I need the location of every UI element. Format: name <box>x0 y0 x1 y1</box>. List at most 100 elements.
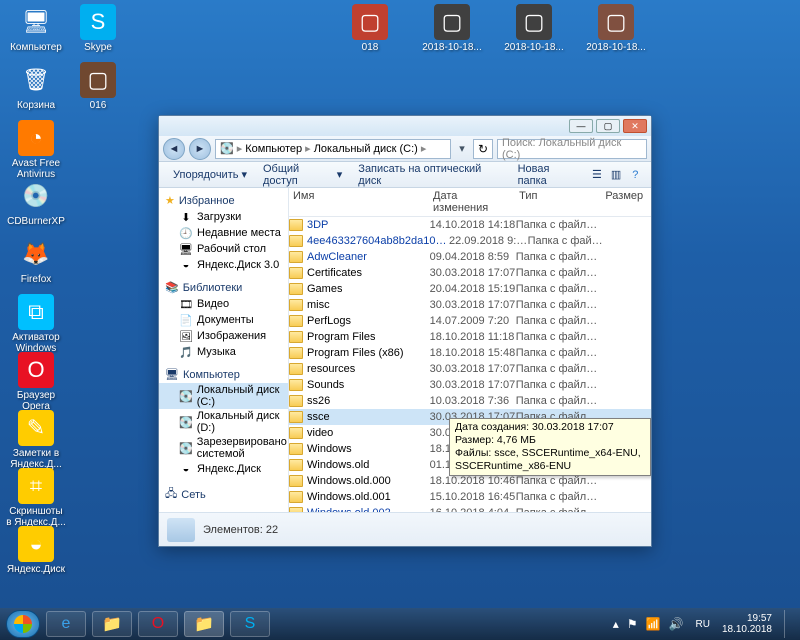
desktop-icon[interactable]: 🦊Firefox <box>6 236 66 285</box>
history-dropdown[interactable]: ▾ <box>455 142 469 155</box>
clock[interactable]: 19:57 18.10.2018 <box>722 613 772 635</box>
nav-item[interactable]: 🖼Изображения <box>159 328 288 344</box>
search-input[interactable]: Поиск: Локальный диск (C:) <box>497 139 647 159</box>
nav-item[interactable]: 💽Зарезервировано системой <box>159 435 288 461</box>
desktop-icon[interactable]: OБраузер Opera <box>6 352 66 412</box>
desktop-icon[interactable]: ▢2018-10-18... <box>422 4 482 53</box>
nav-item[interactable]: 💽Локальный диск (C:) <box>159 383 288 409</box>
nav-network-header[interactable]: 🖧Сеть <box>159 483 288 506</box>
desktop-icon[interactable]: ✎Заметки в Яндекс.Д... <box>6 410 66 470</box>
nav-libraries-header[interactable]: 📚Библиотеки <box>159 279 288 296</box>
desktop-icon[interactable]: SSkype <box>68 4 128 53</box>
back-button[interactable]: ◄ <box>163 138 185 160</box>
folder-icon <box>289 235 303 247</box>
nav-item[interactable]: 🎞Видео <box>159 296 288 312</box>
nav-item[interactable]: 🕘Недавние места <box>159 225 288 241</box>
folder-row[interactable]: 3DP14.10.2018 14:18Папка с файлами <box>289 217 651 233</box>
folder-row[interactable]: Windows.old.00115.10.2018 16:45Папка с ф… <box>289 489 651 505</box>
taskbar-opera[interactable]: O <box>138 611 178 637</box>
tray-network-icon[interactable]: 📶 <box>646 617 661 631</box>
folder-icon <box>289 411 303 423</box>
address-bar: ◄ ► 💽 ▸ Компьютер ▸ Локальный диск (C:) … <box>159 136 651 162</box>
desktop-icon[interactable]: ⧉Активатор Windows <box>6 294 66 354</box>
breadcrumb[interactable]: 💽 ▸ Компьютер ▸ Локальный диск (C:) ▸ <box>215 139 451 159</box>
desktop-icon[interactable]: ◔Avast Free Antivirus <box>6 120 66 180</box>
breadcrumb-drive[interactable]: Локальный диск (C:) <box>314 143 418 155</box>
file-list[interactable]: Имя Дата изменения Тип Размер 3DP14.10.2… <box>289 188 651 512</box>
desktop-icon[interactable]: 🖥Компьютер <box>6 4 66 53</box>
tray-flag-icon[interactable]: ⚑ <box>627 617 638 631</box>
folder-row[interactable]: Windows.old.00216.10.2018 4:04Папка с фа… <box>289 505 651 512</box>
nav-favorites-header[interactable]: ★Избранное <box>159 192 288 209</box>
drive-icon: 💽 <box>220 142 234 155</box>
titlebar[interactable]: — ▢ ✕ <box>159 116 651 136</box>
folder-icon <box>289 363 303 375</box>
close-button[interactable]: ✕ <box>623 119 647 133</box>
desktop-icon[interactable]: ◒Яндекс.Диск <box>6 526 66 575</box>
desktop-icon[interactable]: ▢018 <box>340 4 400 53</box>
tray-volume-icon[interactable]: 🔊 <box>669 617 684 631</box>
desktop-icon[interactable]: ▢2018-10-18... <box>586 4 646 53</box>
taskbar-explorer[interactable]: 📁 <box>92 611 132 637</box>
folder-row[interactable]: misc30.03.2018 17:07Папка с файлами <box>289 297 651 313</box>
status-bar: Элементов: 22 <box>159 512 651 546</box>
folder-row[interactable]: ss2610.03.2018 7:36Папка с файлами <box>289 393 651 409</box>
folder-row[interactable]: Certificates30.03.2018 17:07Папка с файл… <box>289 265 651 281</box>
taskbar-explorer-open[interactable]: 📁 <box>184 611 224 637</box>
folder-row[interactable]: 4ee463327604ab8b2da10ce3d345a622.09.2018… <box>289 233 651 249</box>
help-button[interactable]: ? <box>626 165 645 185</box>
nav-item[interactable]: ◒Яндекс.Диск 3.0 <box>159 257 288 273</box>
folder-row[interactable]: Program Files18.10.2018 11:18Папка с фай… <box>289 329 651 345</box>
nav-item[interactable]: 💽Локальный диск (D:) <box>159 409 288 435</box>
nav-item[interactable]: 🎵Музыка <box>159 344 288 360</box>
nav-item[interactable]: 🖥Рабочий стол <box>159 241 288 257</box>
folder-icon <box>289 347 303 359</box>
view-options-button[interactable]: ☰ <box>587 165 606 185</box>
toolbar: Упорядочить ▾ Общий доступ ▾ Записать на… <box>159 162 651 188</box>
folder-icon <box>289 267 303 279</box>
taskbar-skype[interactable]: S <box>230 611 270 637</box>
col-size[interactable]: Размер <box>601 190 651 214</box>
show-desktop-button[interactable] <box>784 610 794 638</box>
folder-row[interactable]: resources30.03.2018 17:07Папка с файлами <box>289 361 651 377</box>
col-name[interactable]: Имя <box>289 190 429 214</box>
col-type[interactable]: Тип <box>515 190 601 214</box>
forward-button[interactable]: ► <box>189 138 211 160</box>
refresh-button[interactable]: ↻ <box>473 139 493 159</box>
taskbar-ie[interactable]: e <box>46 611 86 637</box>
breadcrumb-root[interactable]: Компьютер <box>245 143 302 155</box>
tray-up-icon[interactable]: ▴ <box>613 617 619 631</box>
minimize-button[interactable]: — <box>569 119 593 133</box>
language-indicator[interactable]: RU <box>691 619 713 630</box>
start-button[interactable] <box>6 610 40 638</box>
folder-row[interactable]: AdwCleaner09.04.2018 8:59Папка с файлами <box>289 249 651 265</box>
nav-computer-header[interactable]: 🖥Компьютер <box>159 366 288 383</box>
desktop-icon[interactable]: ▢2018-10-18... <box>504 4 564 53</box>
folder-icon <box>289 283 303 295</box>
folder-icon <box>289 299 303 311</box>
desktop-icon[interactable]: ▢016 <box>68 62 128 111</box>
col-date[interactable]: Дата изменения <box>429 190 515 214</box>
column-headers[interactable]: Имя Дата изменения Тип Размер <box>289 188 651 217</box>
desktop-icon[interactable]: ⌗Скриншоты в Яндекс.Д... <box>6 468 66 528</box>
nav-item[interactable]: ⬇Загрузки <box>159 209 288 225</box>
nav-item[interactable]: 📄Документы <box>159 312 288 328</box>
tooltip: Дата создания: 30.03.2018 17:07 Размер: … <box>449 418 651 476</box>
nav-item[interactable]: ◒Яндекс.Диск <box>159 461 288 477</box>
folder-row[interactable]: Games20.04.2018 15:19Папка с файлами <box>289 281 651 297</box>
maximize-button[interactable]: ▢ <box>596 119 620 133</box>
folder-row[interactable]: Program Files (x86)18.10.2018 15:48Папка… <box>289 345 651 361</box>
burn-button[interactable]: Записать на оптический диск <box>350 162 509 187</box>
new-folder-button[interactable]: Новая папка <box>510 162 588 187</box>
preview-pane-button[interactable]: ▥ <box>607 165 626 185</box>
desktop-icon[interactable]: 🗑Корзина <box>6 62 66 111</box>
share-menu[interactable]: Общий доступ ▾ <box>255 162 350 187</box>
folder-row[interactable]: PerfLogs14.07.2009 7:20Папка с файлами <box>289 313 651 329</box>
folder-row[interactable]: Sounds30.03.2018 17:07Папка с файлами <box>289 377 651 393</box>
organize-menu[interactable]: Упорядочить ▾ <box>165 162 255 187</box>
desktop-icon[interactable]: 💿CDBurnerXP <box>6 178 66 227</box>
folder-icon <box>289 507 303 512</box>
explorer-window: — ▢ ✕ ◄ ► 💽 ▸ Компьютер ▸ Локальный диск… <box>158 115 652 547</box>
folder-icon <box>289 331 303 343</box>
folder-icon <box>289 395 303 407</box>
